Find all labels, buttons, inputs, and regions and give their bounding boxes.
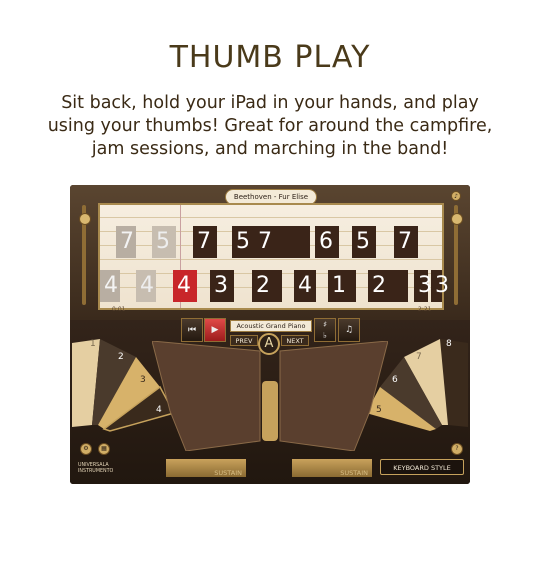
left-key-label: 1 [90,339,96,349]
left-panel[interactable] [152,341,261,451]
center-ornament [262,381,278,441]
app-screenshot: Beethoven - Fur Elise ♪ 7 5 7 5 7 6 5 7 … [70,185,470,484]
play-icon[interactable]: ▶ [204,318,226,342]
left-key-label: 3 [140,375,146,385]
sustain-left[interactable]: SUSTAIN [166,459,246,477]
left-key-label: 2 [118,352,124,362]
note-icon[interactable]: ♫ [338,318,360,342]
grid-icon[interactable]: ▦ [98,443,110,455]
note-block: 2 [252,270,282,302]
right-panel[interactable] [279,341,388,451]
note-block: 7 [116,226,136,258]
subtitle-line: using your thumbs! Great for around the … [47,116,493,136]
note-block: 3 [414,270,432,302]
prev-icon[interactable]: ⏮ [181,318,203,342]
note-block: 1 [328,270,356,302]
brand-logo: UNIVERSALA INSTRUMENTO [78,463,114,474]
note-staff: 7 5 7 5 7 6 5 7 4 4 4 3 2 4 1 2 3 3 [98,203,449,310]
note-block: 3 [210,270,234,302]
volume-knob-left[interactable] [79,213,91,225]
note-block: 7 [254,226,310,258]
note-block: 4 [136,270,156,302]
right-key-label: 8 [446,339,452,349]
settings-icon[interactable]: ⚙ [80,443,92,455]
subtitle-line: Sit back, hold your iPad in your hands, … [61,93,479,113]
center-panels [152,341,388,451]
note-block: 4 [294,270,316,302]
volume-icon: ♪ [451,191,461,201]
time-total: 2:21 [418,306,432,313]
note-block: 7 [193,226,217,258]
right-key-label: 7 [416,352,422,362]
notation-frame: Beethoven - Fur Elise ♪ 7 5 7 5 7 6 5 7 … [70,185,470,320]
right-key-label: 6 [392,375,398,385]
subtitle-line: jam sessions, and marching in the band! [91,139,449,159]
instrument-selector[interactable]: Acoustic Grand Piano [230,320,312,332]
note-block: 2 [368,270,408,302]
page-subtitle: Sit back, hold your iPad in your hands, … [20,92,520,161]
note-block-active: 4 [173,270,197,302]
help-icon[interactable]: ? [451,443,463,455]
sharp-flat-icon[interactable]: ♯ ♭ [314,318,336,342]
note-block: 5 [152,226,176,258]
note-block: 7 [394,226,418,258]
sustain-right[interactable]: SUSTAIN [292,459,372,477]
note-block: 6 [315,226,339,258]
page-heading: THUMB PLAY [169,40,371,75]
keyboard-style-button[interactable]: KEYBOARD STYLE [380,459,464,475]
time-elapsed: 0:01 [112,306,126,313]
note-block: 4 [100,270,120,302]
note-block: 3 [431,270,449,302]
note-block: 5 [232,226,256,258]
note-block: 5 [352,226,376,258]
volume-knob-right[interactable] [451,213,463,225]
